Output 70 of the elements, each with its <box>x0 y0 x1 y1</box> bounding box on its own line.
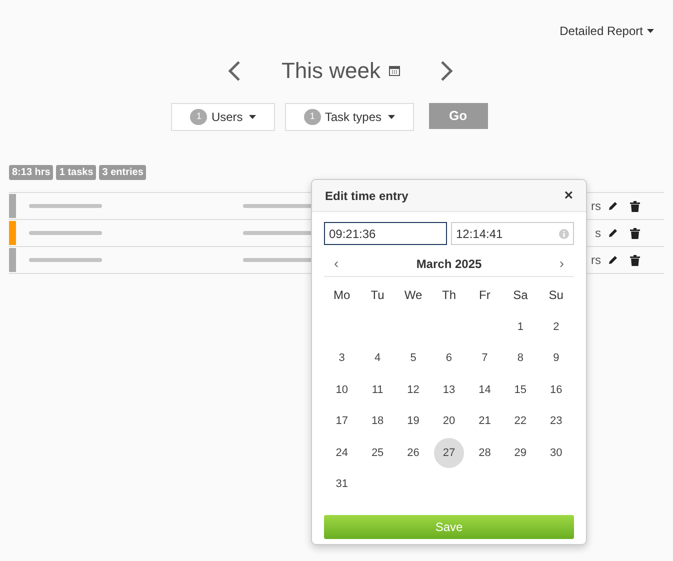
period-title: This week <box>281 57 381 85</box>
filter-dropdown[interactable]: 1 Users <box>171 103 275 131</box>
calendar-day[interactable]: 6 <box>434 343 464 374</box>
calendar-day[interactable]: 3 <box>326 343 357 374</box>
calendar-day[interactable]: 20 <box>434 406 464 436</box>
hours-text: rs <box>591 198 601 215</box>
calendar-day[interactable]: 11 <box>362 374 393 405</box>
calendar-day[interactable]: 7 <box>470 343 500 374</box>
month-title: March 2025 <box>416 256 482 272</box>
trash-icon[interactable] <box>630 228 640 238</box>
calendar-day[interactable]: 26 <box>398 438 428 468</box>
calendar-day[interactable]: 13 <box>434 374 464 405</box>
calendar-day[interactable]: 30 <box>541 438 572 468</box>
info-icon <box>559 228 569 238</box>
caret-icon <box>647 29 654 33</box>
weekday-label: Tu <box>370 287 386 304</box>
hours-text: rs <box>591 252 601 269</box>
weekday-label: Fr <box>478 287 492 304</box>
trash-icon[interactable] <box>630 254 640 266</box>
caret-icon <box>388 115 395 119</box>
end-time-field[interactable]: 12:14:41 <box>451 222 574 245</box>
summary-badge: 3 entries <box>99 165 146 180</box>
calendar-day[interactable]: 24 <box>326 438 357 468</box>
pencil-icon[interactable] <box>608 255 618 265</box>
trash-icon[interactable] <box>630 200 640 212</box>
calendar-day[interactable]: 22 <box>505 406 536 436</box>
previous-month-button[interactable]: ‹ <box>334 253 339 274</box>
dialog-title: Edit time entry <box>325 188 408 204</box>
weekday-label: Mo <box>332 287 352 304</box>
calendar-day[interactable]: 4 <box>362 343 393 374</box>
calendar-day[interactable]: 12 <box>398 374 428 405</box>
calendar-day[interactable]: 21 <box>470 406 500 436</box>
calendar-day[interactable]: 18 <box>362 406 393 436</box>
close-button[interactable]: × <box>564 188 573 203</box>
weekday-label: Su <box>548 287 564 304</box>
pencil-icon[interactable] <box>608 201 618 211</box>
calendar-day[interactable]: 9 <box>541 343 572 374</box>
pencil-icon[interactable] <box>608 228 618 238</box>
calendar-day[interactable]: 14 <box>470 374 500 405</box>
caret-icon <box>248 115 256 119</box>
calendar-day[interactable]: 19 <box>398 406 428 436</box>
calendar-day[interactable]: 25 <box>362 438 393 468</box>
chevron-left-icon[interactable] <box>227 60 242 82</box>
report-menu[interactable]: Detailed Report <box>560 22 654 40</box>
start-time-field[interactable]: 09:21:36 <box>324 222 447 245</box>
summary-badge: 1 tasks <box>56 165 96 180</box>
calendar-day[interactable]: 8 <box>505 343 536 374</box>
chevron-right-icon[interactable] <box>440 60 454 82</box>
calendar-day[interactable]: 10 <box>326 374 357 405</box>
summary-badge: 8:13 hrs <box>9 165 54 180</box>
calendar-day[interactable]: 16 <box>541 374 572 405</box>
calendar-day[interactable]: 17 <box>326 406 357 436</box>
next-month-button[interactable]: › <box>559 253 564 274</box>
calendar-day[interactable]: 23 <box>541 406 572 436</box>
count-badge: 1 <box>304 109 321 125</box>
calendar-day[interactable]: 31 <box>326 469 357 500</box>
calendar-day[interactable]: 28 <box>470 438 500 468</box>
filter-dropdown[interactable]: 1 Task types <box>284 103 414 131</box>
calendar-day[interactable]: 1 <box>505 312 536 342</box>
calendar-day[interactable]: 29 <box>505 438 536 468</box>
count-badge: 1 <box>190 109 208 125</box>
calendar-day[interactable]: 5 <box>398 343 428 374</box>
weekday-label: We <box>403 287 424 304</box>
calendar-day[interactable]: 2 <box>541 312 572 342</box>
calendar-day[interactable]: 27 <box>434 438 464 468</box>
calendar-icon[interactable] <box>388 65 400 76</box>
weekday-label: Sa <box>512 287 529 304</box>
calendar-day[interactable]: 15 <box>505 374 536 405</box>
hours-text: s <box>595 225 601 242</box>
weekday-label: Th <box>440 287 457 304</box>
